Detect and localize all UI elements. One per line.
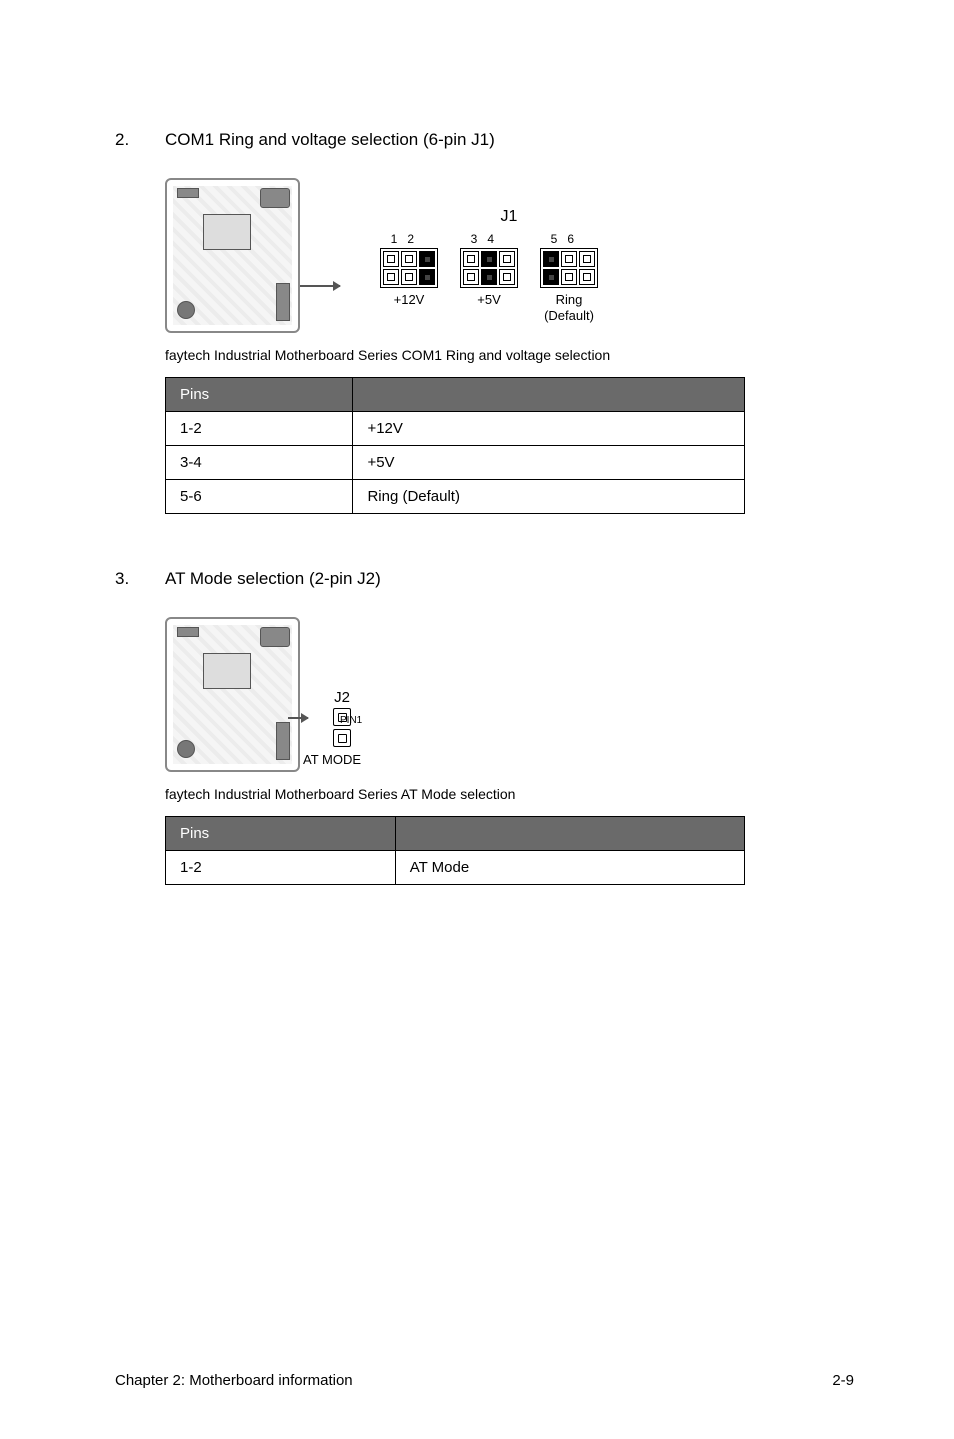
table-cell-value: +5V	[353, 446, 745, 480]
table-cell-value: +12V	[353, 412, 745, 446]
jumper-label: Ring (Default)	[540, 292, 598, 323]
pin-num: 5	[551, 232, 558, 246]
jumper-box-icon	[460, 248, 518, 288]
section-title: AT Mode selection (2-pin J2)	[165, 569, 381, 589]
pin-num: 3	[471, 232, 478, 246]
table-cell-pins: 1-2	[166, 851, 396, 885]
pin-num: 4	[487, 232, 494, 246]
table-cell-pins: 1-2	[166, 412, 353, 446]
com1-diagram: J1 1 2 . +12V 3 4 .	[165, 178, 854, 333]
figure-caption-atmode: faytech Industrial Motherboard Series AT…	[165, 786, 854, 802]
atmode-diagram: J2 PIN1 AT MODE	[165, 617, 854, 772]
table-header-pins: Pins	[166, 817, 396, 851]
at-mode-label: AT MODE	[292, 752, 372, 767]
jumper-j1-title: J1	[420, 208, 598, 226]
jumper-j2-area: J2 PIN1 AT MODE	[312, 689, 372, 767]
table-row: 5-6 Ring (Default)	[166, 480, 745, 514]
table-atmode: Pins 1-2 AT Mode	[165, 816, 745, 885]
jumper-group-5v: 3 4 . +5V	[460, 232, 518, 323]
table-header-pins: Pins	[166, 378, 353, 412]
jumper-j2-title: J2	[312, 689, 372, 706]
motherboard-icon	[165, 617, 300, 772]
table-header-blank	[353, 378, 745, 412]
arrow-icon	[300, 285, 340, 287]
table-cell-value: AT Mode	[395, 851, 744, 885]
section-heading-com1: 2. COM1 Ring and voltage selection (6-pi…	[115, 130, 854, 150]
table-com1: Pins 1-2 +12V 3-4 +5V 5-6 Ring (Default)	[165, 377, 745, 514]
footer-page-number: 2-9	[832, 1372, 854, 1389]
pin-num: 2	[407, 232, 414, 246]
table-cell-pins: 5-6	[166, 480, 353, 514]
jumper-box-icon	[380, 248, 438, 288]
page-footer: Chapter 2: Motherboard information 2-9	[115, 1372, 854, 1389]
section-title: COM1 Ring and voltage selection (6-pin J…	[165, 130, 495, 150]
jumper-label: +5V	[460, 292, 518, 308]
jumper-group-12v: 1 2 . +12V	[380, 232, 438, 323]
table-cell-pins: 3-4	[166, 446, 353, 480]
section-heading-atmode: 3. AT Mode selection (2-pin J2)	[115, 569, 854, 589]
pin-num: 1	[391, 232, 398, 246]
figure-caption-com1: faytech Industrial Motherboard Series CO…	[165, 347, 854, 363]
table-cell-value: Ring (Default)	[353, 480, 745, 514]
table-row: 1-2 +12V	[166, 412, 745, 446]
table-row: 3-4 +5V	[166, 446, 745, 480]
jumper-group-ring: 5 6 . Ring (Default)	[540, 232, 598, 323]
motherboard-icon	[165, 178, 300, 333]
table-header-blank	[395, 817, 744, 851]
jumper-label: +12V	[380, 292, 438, 308]
section-number: 2.	[115, 130, 165, 150]
jumper-label-line1: Ring	[556, 292, 583, 307]
footer-chapter: Chapter 2: Motherboard information	[115, 1372, 353, 1389]
jumper-label-line2: (Default)	[544, 308, 594, 323]
jumper-box-icon	[333, 708, 351, 747]
jumper-box-icon	[540, 248, 598, 288]
pin-num: 6	[567, 232, 574, 246]
table-row: 1-2 AT Mode	[166, 851, 745, 885]
section-number: 3.	[115, 569, 165, 589]
jumper-j1-area: J1 1 2 . +12V 3 4 .	[380, 178, 598, 323]
